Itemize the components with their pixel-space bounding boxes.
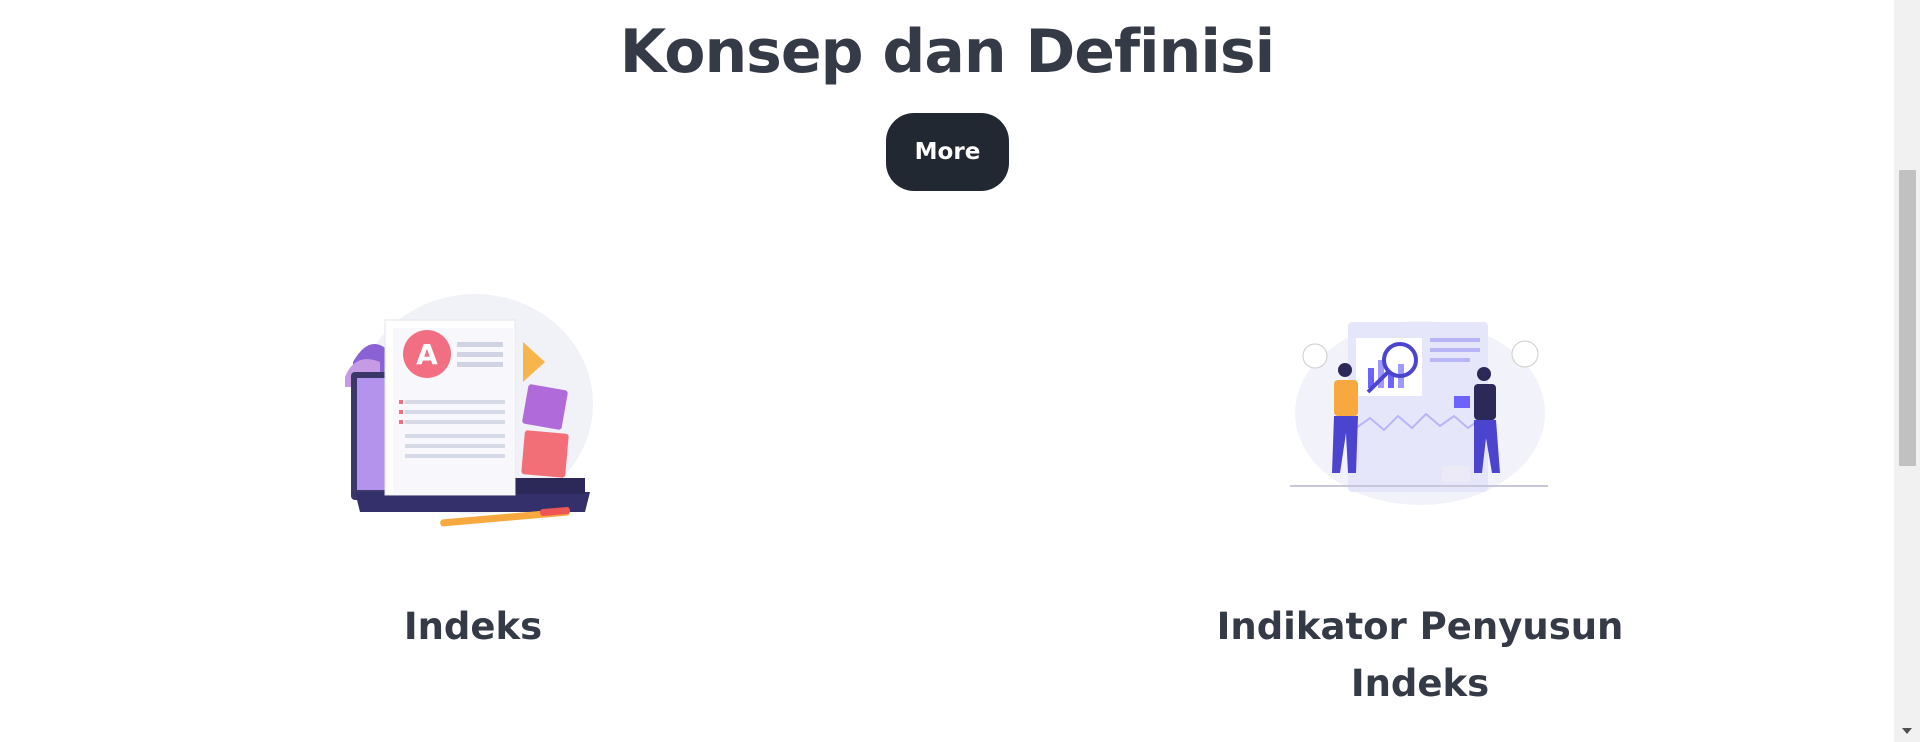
more-button[interactable]: More <box>886 113 1009 191</box>
scrollbar-thumb[interactable] <box>1899 170 1916 466</box>
page: Konsep dan Definisi More A Indeks Indika… <box>0 0 1894 742</box>
card-title-indikator-penyusun-indeks[interactable]: Indikator Penyusun Indeks <box>1195 598 1645 712</box>
document-laptop-illustration: A <box>345 294 593 527</box>
vertical-scrollbar[interactable] <box>1894 0 1920 742</box>
card-title-indeks[interactable]: Indeks <box>273 598 673 655</box>
chevron-down-icon[interactable] <box>1894 723 1920 739</box>
data-analysis-people-illustration <box>1290 321 1548 505</box>
section-title: Konsep dan Definisi <box>619 17 1275 87</box>
svg-text:A: A <box>416 338 438 371</box>
